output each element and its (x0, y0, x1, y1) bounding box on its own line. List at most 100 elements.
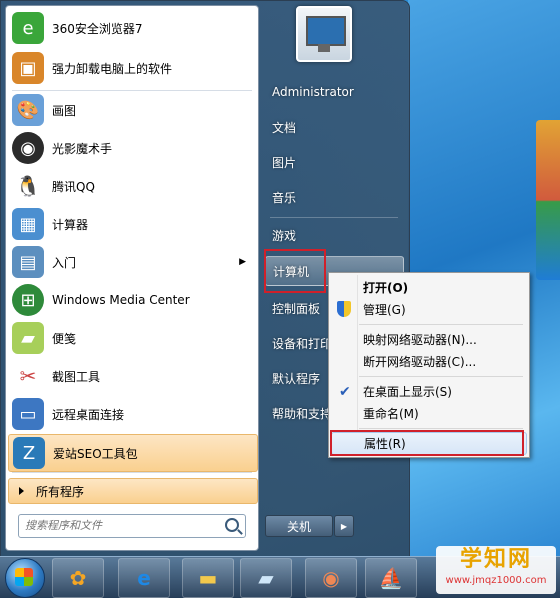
program-paint[interactable]: 🎨 画图 (8, 92, 256, 128)
menu-item-label: 重命名(M) (363, 407, 419, 421)
windows-flag-icon (15, 568, 33, 586)
search-input[interactable] (19, 515, 221, 535)
menu-item-label: 在桌面上显示(S) (363, 385, 452, 399)
watermark-title: 学知网 (459, 547, 532, 572)
program-label: 强力卸载电脑上的软件 (52, 61, 173, 76)
taskbar-app-colorful[interactable]: ✿ (52, 558, 104, 598)
triangle-right-icon (19, 487, 24, 495)
program-label: 入门 (52, 255, 77, 270)
search-box (18, 514, 246, 538)
media-center-icon: ⊞ (12, 284, 44, 316)
user-name: Administrator (272, 85, 354, 99)
remote-desktop-icon: ▭ (12, 398, 44, 430)
program-media-center[interactable]: ⊞ Windows Media Center (8, 282, 256, 318)
program-snipping-tool[interactable]: ✂ 截图工具 (8, 358, 256, 394)
program-calculator[interactable]: ▦ 计算器 (8, 206, 256, 242)
start-menu-programs-panel: e 360安全浏览器7 ▣ 强力卸载电脑上的软件 🎨 画图 ◉ 光影魔术手 🐧 … (5, 5, 259, 551)
sailboat-image-icon: ⛵ (378, 566, 404, 590)
program-getting-started[interactable]: ▤ 入门 ▶ (8, 244, 256, 280)
program-seo-toolkit[interactable]: Z 爱站SEO工具包 (8, 434, 258, 472)
taskbar-app-notes[interactable]: ▰ (240, 558, 292, 598)
user-avatar[interactable] (296, 6, 352, 62)
watermark-url: www.jmqz1000.com (445, 575, 547, 586)
menu-item-open[interactable]: 打开(O) (331, 277, 525, 298)
uninstall-box-icon: ▣ (12, 52, 44, 84)
program-nevercam[interactable]: ◉ 光影魔术手 (8, 130, 256, 166)
menu-item-rename[interactable]: 重命名(M) (331, 403, 525, 424)
program-360-browser[interactable]: e 360安全浏览器7 (8, 10, 256, 46)
monitor-stand (318, 44, 330, 52)
highlight-box-properties (330, 430, 524, 456)
submenu-arrow-icon[interactable]: ▶ (239, 257, 246, 267)
menu-item-manage[interactable]: 管理(G) (331, 299, 525, 320)
program-label: Windows Media Center (52, 293, 190, 307)
uac-shield-icon (337, 301, 351, 317)
aperture-icon: ◉ (12, 132, 44, 164)
checkmark-icon: ✔ (339, 383, 351, 400)
all-programs-button[interactable]: 所有程序 (8, 478, 258, 504)
right-item-label: 图片 (272, 155, 297, 170)
desktop-windows-logo (536, 120, 560, 280)
program-label: 计算器 (52, 217, 89, 232)
triangle-right-icon: ▶ (340, 521, 348, 531)
menu-item-disconnect-drive[interactable]: 断开网络驱动器(C)... (331, 351, 525, 372)
program-label: 腾讯QQ (52, 179, 95, 194)
program-uninstaller[interactable]: ▣ 强力卸载电脑上的软件 (8, 50, 256, 86)
notepad-icon: ▰ (258, 566, 274, 590)
monitor-icon (306, 16, 346, 46)
divider (12, 90, 252, 91)
program-remote-desktop[interactable]: ▭ 远程桌面连接 (8, 396, 256, 432)
divider (12, 472, 252, 473)
right-item-user[interactable]: Administrator (265, 78, 412, 106)
taskbar-app-nevercam[interactable]: ◉ (305, 558, 357, 598)
divider (359, 428, 523, 429)
qq-penguin-icon: 🐧 (12, 170, 44, 202)
shutdown-options-button[interactable]: ▶ (334, 515, 354, 537)
program-label: 远程桌面连接 (52, 407, 125, 422)
right-item-label: 设备和打印 (272, 336, 333, 351)
right-item-label: 游戏 (272, 228, 297, 243)
pinwheel-icon: ✿ (69, 566, 87, 590)
right-item-label: 控制面板 (272, 301, 321, 316)
program-sticky-notes[interactable]: ▰ 便笺 (8, 320, 256, 356)
menu-item-label: 打开(O) (363, 281, 409, 295)
menu-item-label: 映射网络驱动器(N)... (363, 333, 477, 347)
right-item-label: 默认程序 (272, 371, 321, 386)
snipping-tool-icon: ✂ (12, 360, 44, 392)
sticky-notes-icon: ▰ (12, 322, 44, 354)
right-item-pictures[interactable]: 图片 (265, 148, 412, 176)
right-item-label: 帮助和支持 (272, 406, 333, 421)
paint-palette-icon: 🎨 (12, 94, 44, 126)
divider (270, 217, 398, 218)
right-item-label: 文档 (272, 120, 297, 135)
program-label: 360安全浏览器7 (52, 21, 143, 36)
aperture-icon: ◉ (322, 566, 340, 590)
divider (359, 376, 523, 377)
taskbar-app-image[interactable]: ⛵ (365, 558, 417, 598)
search-icon[interactable] (225, 518, 239, 532)
internet-explorer-icon: e (137, 566, 151, 590)
calculator-icon: ▦ (12, 208, 44, 240)
program-label: 爱站SEO工具包 (53, 446, 138, 461)
right-item-documents[interactable]: 文档 (265, 113, 412, 141)
right-item-music[interactable]: 音乐 (265, 183, 412, 211)
highlight-box-computer (264, 249, 326, 293)
menu-item-show-on-desktop[interactable]: ✔ 在桌面上显示(S) (331, 381, 525, 402)
program-label: 光影魔术手 (52, 141, 113, 156)
program-label: 便笺 (52, 331, 77, 346)
watermark-logo: 学知网 www.jmqz1000.com (436, 546, 556, 594)
menu-item-label: 断开网络驱动器(C)... (363, 355, 477, 369)
program-label: 截图工具 (52, 369, 101, 384)
menu-item-label: 管理(G) (363, 303, 406, 317)
menu-item-map-drive[interactable]: 映射网络驱动器(N)... (331, 329, 525, 350)
right-item-games[interactable]: 游戏 (265, 221, 412, 249)
program-label: 画图 (52, 103, 77, 118)
shutdown-button[interactable]: 关机 (265, 515, 333, 537)
taskbar-app-ie[interactable]: e (118, 558, 170, 598)
right-item-label: 音乐 (272, 190, 297, 205)
divider (359, 324, 523, 325)
taskbar-app-explorer[interactable]: ▬ (182, 558, 234, 598)
browser-360-icon: e (12, 12, 44, 44)
getting-started-icon: ▤ (12, 246, 44, 278)
program-qq[interactable]: 🐧 腾讯QQ (8, 168, 256, 204)
